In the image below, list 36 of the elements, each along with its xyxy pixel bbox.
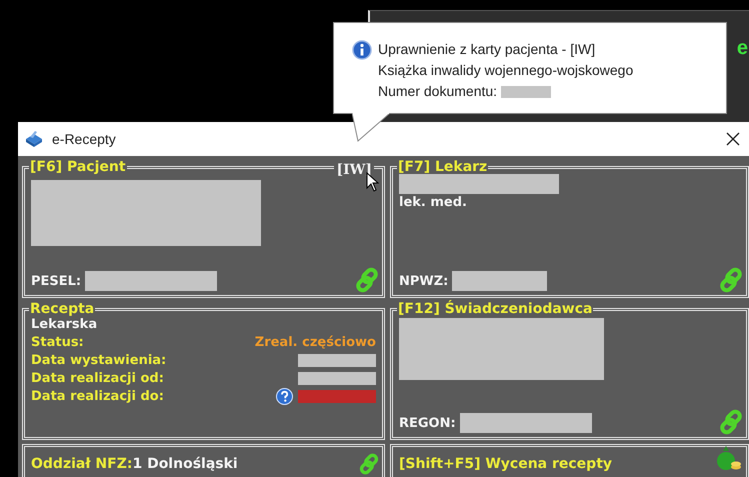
- npwz-label: NPWZ:: [399, 274, 448, 288]
- tooltip-text: Numer dokumentu:: [378, 82, 498, 101]
- field-label: Data realizacji od:: [31, 370, 164, 386]
- tooltip-text: Książka inwalidy wojennego-wojskowego: [378, 61, 634, 80]
- regon-label: REGON:: [399, 416, 456, 430]
- pricing-bar[interactable]: [Shift+F5] Wycena recepty: [390, 444, 749, 477]
- background-text: e: [736, 37, 748, 60]
- panel-title: [F7] Lekarz: [397, 160, 488, 174]
- field-label: Status:: [31, 334, 84, 350]
- prescription-type: Lekarska: [31, 316, 98, 333]
- nfz-text: Oddział NFZ:1 Dolnośląski: [31, 456, 238, 472]
- link-icon[interactable]: [354, 267, 380, 293]
- money-bag-icon: [716, 445, 742, 473]
- close-icon: [725, 131, 741, 147]
- help-icon[interactable]: [276, 388, 293, 404]
- link-icon[interactable]: [358, 453, 380, 475]
- app-icon: [24, 130, 44, 148]
- status-value: Zreal. częściowo: [254, 334, 376, 350]
- field-label: Data wystawienia:: [31, 352, 166, 368]
- panel-title: Recepta: [29, 302, 96, 316]
- link-icon[interactable]: [718, 267, 744, 293]
- info-icon: [352, 40, 372, 60]
- redacted-block: [501, 86, 552, 98]
- panel-title: [F6] Pacjent: [29, 160, 127, 174]
- window-title: e-Recepty: [52, 131, 117, 147]
- link-icon[interactable]: [718, 409, 744, 435]
- field-label: Data realizacji do:: [31, 388, 164, 404]
- pricing-label: [Shift+F5] Wycena recepty: [399, 456, 612, 472]
- provider-panel[interactable]: [F12] Świadczeniodawca REGON:: [390, 302, 749, 440]
- tooltip-text: Uprawnienie z karty pacjenta - [IW]: [378, 40, 596, 59]
- doctor-degree: lek. med.: [399, 194, 468, 211]
- entitlement-tag[interactable]: [IW]: [334, 162, 374, 178]
- pesel-label: PESEL:: [31, 274, 82, 288]
- doctor-panel[interactable]: [F7] Lekarz lek. med. NPWZ:: [390, 160, 749, 298]
- patient-panel[interactable]: [F6] Pacjent [IW] PESEL:: [22, 160, 385, 298]
- panel-title: [F12] Świadczeniodawca: [397, 302, 594, 316]
